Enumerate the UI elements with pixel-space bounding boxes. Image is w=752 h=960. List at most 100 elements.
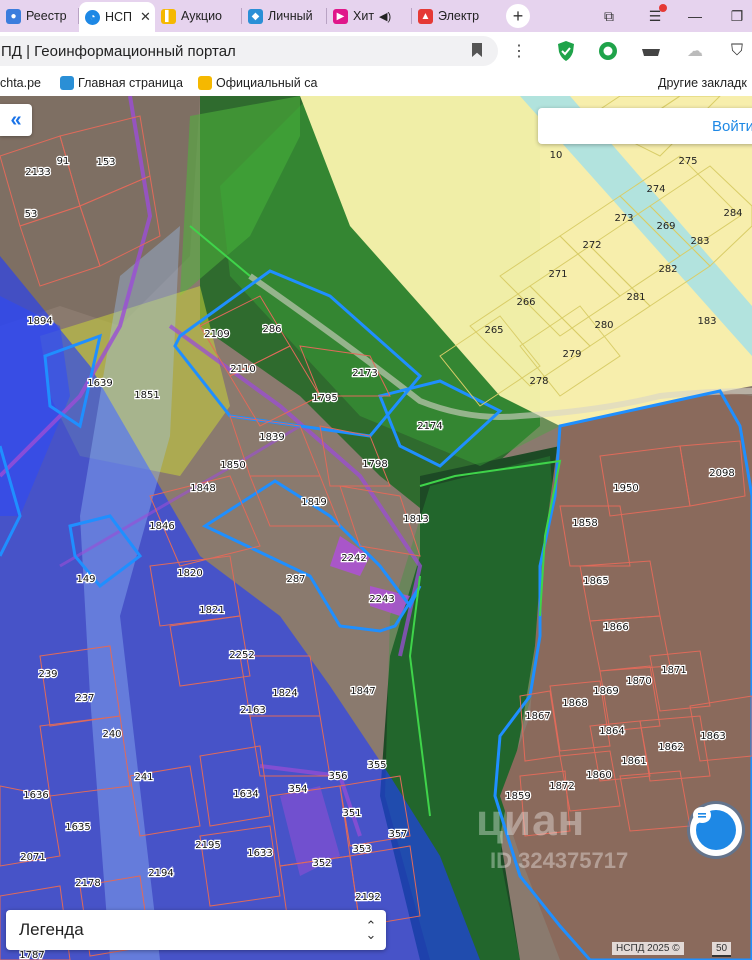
parcel-label-1860[interactable]: 1860 [585,769,613,782]
tab-auction[interactable]: ▌ Аукцио [155,0,241,32]
parcel-label-1848[interactable]: 1848 [189,482,217,495]
map-canvas[interactable]: 2133 91 153 53 1894 2109 286 2110 2173 1795 1639 18… [0,96,752,960]
parcel-label-2195[interactable]: 2195 [194,839,222,852]
parcel-label-280[interactable]: 280 [594,320,613,331]
bookmark-icon[interactable] [472,43,482,57]
parcel-label-275[interactable]: 275 [678,156,697,167]
parcel-label-353[interactable]: 353 [351,843,372,856]
parcel-label-91[interactable]: 91 [55,155,70,168]
minimize-icon[interactable]: — [680,0,710,32]
parcel-label-1894[interactable]: 1894 [26,315,54,328]
tab-hit[interactable]: ▶ Хит ◀) [327,0,411,32]
bookmark-item[interactable]: Официальный са [198,76,317,90]
chat-button[interactable] [690,804,742,856]
tab-search-icon[interactable]: ⧉ [594,0,624,32]
parcel-label-237[interactable]: 237 [74,692,95,705]
parcel-label-149[interactable]: 149 [75,573,96,586]
weather-icon[interactable]: ☁ [684,40,706,62]
parcel-label-1869[interactable]: 1869 [592,685,620,698]
login-button[interactable]: Войти [712,118,752,135]
tab-electr[interactable]: ▲ Электр [412,0,500,32]
legend-dropdown[interactable]: Легенда ⌃ ⌄ [6,910,386,950]
parcel-label-1950[interactable]: 1950 [612,482,640,495]
url-field[interactable]: ПД | Геоинформационный портал [0,36,498,66]
parcel-label-355[interactable]: 355 [366,759,387,772]
parcel-label-183[interactable]: 183 [697,316,716,327]
parcel-label-1851[interactable]: 1851 [133,389,161,402]
parcel-label-2243[interactable]: 2243 [368,593,396,606]
parcel-label-1864[interactable]: 1864 [598,725,626,738]
parcel-label-2192[interactable]: 2192 [354,891,382,904]
extension-hat-icon[interactable] [640,40,662,62]
parcel-label-287[interactable]: 287 [285,573,306,586]
parcel-label-1850[interactable]: 1850 [219,459,247,472]
parcel-label-241[interactable]: 241 [133,771,154,784]
parcel-label-266[interactable]: 266 [516,297,535,308]
tab-reestr[interactable]: ● Реестр [0,0,78,32]
parcel-label-1861[interactable]: 1861 [620,755,648,768]
parcel-label-1634[interactable]: 1634 [232,788,260,801]
parcel-label-269[interactable]: 269 [656,221,675,232]
parcel-label-1839[interactable]: 1839 [258,431,286,444]
map-layers[interactable]: 213391 153 53 1894 2109 286 2110 2173 1795 1639 18… [0,96,752,960]
parcel-label-1847[interactable]: 1847 [349,685,377,698]
parcel-label-1821[interactable]: 1821 [198,604,226,617]
tab-personal[interactable]: ◆ Личный [242,0,326,32]
parcel-label-278[interactable]: 278 [529,376,548,387]
parcel-label-1636[interactable]: 1636 [22,789,50,802]
parcel-label-265[interactable]: 265 [484,325,503,336]
parcel-label-1787[interactable]: 1787 [18,949,46,960]
parcel-label-240[interactable]: 240 [101,728,122,741]
parcel-label-2098[interactable]: 2098 [708,467,736,480]
parcel-label-352[interactable]: 352 [311,857,332,870]
restore-icon[interactable]: ❐ [722,0,752,32]
parcel-label-351[interactable]: 351 [341,807,362,820]
parcel-label-284[interactable]: 284 [723,208,742,219]
parcel-label-283[interactable]: 283 [690,236,709,247]
parcel-label-1858[interactable]: 1858 [571,517,599,530]
parcel-label-2163[interactable]: 2163 [239,704,267,717]
parcel-label-1846[interactable]: 1846 [148,520,176,533]
parcel-label-1870[interactable]: 1870 [625,675,653,688]
parcel-label-2194[interactable]: 2194 [147,867,175,880]
parcel-label-1820[interactable]: 1820 [176,567,204,580]
parcel-label-1633[interactable]: 1633 [246,847,274,860]
menu-dots-icon[interactable]: ⋮ [508,40,530,62]
parcel-label-53[interactable]: 53 [23,208,38,221]
parcel-label-1863[interactable]: 1863 [699,730,727,743]
parcel-label-282[interactable]: 282 [658,264,677,275]
adblock-icon[interactable] [597,40,619,62]
parcel-label-1867[interactable]: 1867 [524,710,552,723]
parcel-label-274[interactable]: 274 [646,184,665,195]
bookmark-item[interactable]: chta.ре [0,76,41,90]
parcel-label-239[interactable]: 239 [37,668,58,681]
parcel-label-286[interactable]: 286 [261,323,282,336]
parcel-label-279[interactable]: 279 [562,349,581,360]
parcel-label-281[interactable]: 281 [626,292,645,303]
extensions-icon[interactable]: ⛉ [726,40,748,62]
parcel-label-2178[interactable]: 2178 [74,877,102,890]
parcel-label-2173[interactable]: 2173 [351,367,379,380]
other-bookmarks[interactable]: Другие закладк [658,76,747,90]
parcel-label-1865[interactable]: 1865 [582,575,610,588]
parcel-label-1795[interactable]: 1795 [311,392,339,405]
collapse-panel-button[interactable]: « [0,104,32,136]
close-icon[interactable]: ✕ [140,9,151,25]
tab-nspd[interactable]: ◔ НСП ✕ [79,2,155,32]
parcel-label-2252[interactable]: 2252 [228,649,256,662]
parcel-label-1872[interactable]: 1872 [548,780,576,793]
parcel-label-2242[interactable]: 2242 [340,552,368,565]
parcel-label-2133[interactable]: 2133 [24,166,52,179]
account-icon[interactable]: ☰ [640,0,670,32]
parcel-label-1868[interactable]: 1868 [561,697,589,710]
parcel-label-272[interactable]: 272 [582,240,601,251]
parcel-label-356[interactable]: 356 [327,770,348,783]
parcel-label-271[interactable]: 271 [548,269,567,280]
parcel-label-1813[interactable]: 1813 [402,513,430,526]
parcel-label-1862[interactable]: 1862 [657,741,685,754]
parcel-label-354[interactable]: 354 [287,783,308,796]
parcel-label-1866[interactable]: 1866 [602,621,630,634]
parcel-label-1819[interactable]: 1819 [300,496,328,509]
parcel-label-1824[interactable]: 1824 [271,687,299,700]
speaker-icon[interactable]: ◀) [379,10,391,23]
